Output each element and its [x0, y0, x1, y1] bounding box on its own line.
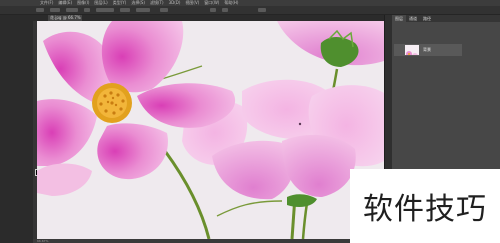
panel-tabs: 图层 通道 路径 — [392, 15, 500, 22]
option-control[interactable] — [210, 8, 216, 12]
option-control[interactable] — [136, 8, 150, 12]
status-bar: 66.67% — [33, 239, 392, 243]
option-control[interactable] — [258, 8, 266, 12]
watermark: 软件技巧 — [350, 169, 500, 243]
option-control[interactable] — [66, 8, 78, 12]
tab-paths[interactable]: 路径 — [420, 15, 434, 22]
options-bar — [0, 6, 500, 15]
layer-name: 背景 — [423, 47, 431, 52]
watermark-text: 软件技巧 — [363, 192, 487, 227]
cosmos-flower-photo — [37, 21, 384, 239]
option-control[interactable] — [160, 8, 168, 12]
option-control[interactable] — [222, 8, 228, 12]
layer-row-background[interactable]: 背景 — [394, 44, 462, 56]
option-control[interactable] — [84, 8, 90, 12]
document-canvas[interactable] — [37, 21, 384, 239]
option-control[interactable] — [96, 8, 114, 12]
option-control[interactable] — [120, 8, 130, 12]
tool-preset-picker[interactable] — [36, 8, 44, 12]
tab-layers[interactable]: 图层 — [392, 15, 406, 22]
tab-channels[interactable]: 通道 — [406, 15, 420, 22]
layer-thumbnail — [405, 45, 419, 55]
option-control[interactable] — [50, 8, 60, 12]
